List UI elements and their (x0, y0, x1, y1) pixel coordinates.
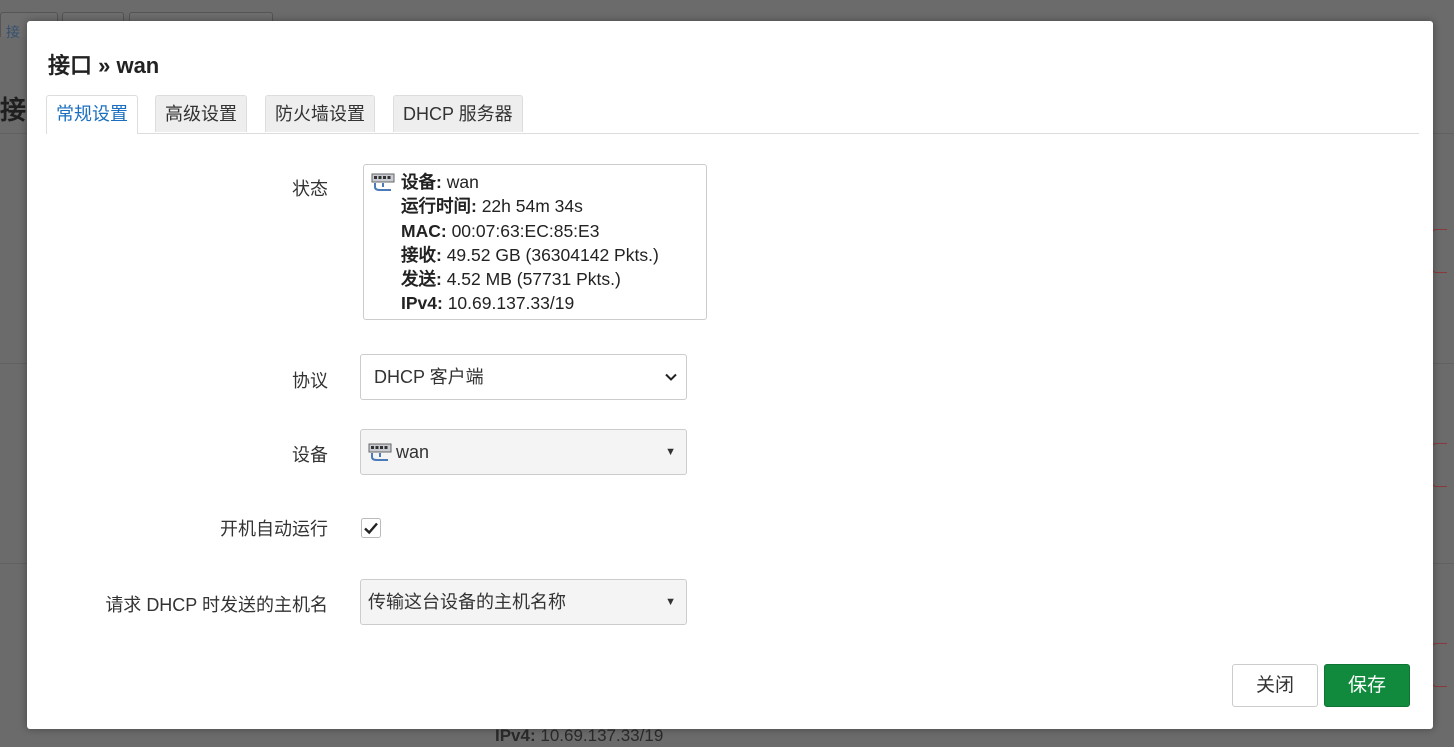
status-line-rx: 接收: 49.52 GB (36304142 Pkts.) (401, 244, 659, 265)
dhcp-hostname-value: 传输这台设备的主机名称 (368, 592, 566, 612)
bg-ipv4: IPv4: 10.69.137.33/19 (495, 726, 664, 745)
device-value: wan (396, 442, 430, 462)
tab-bar: 常规设置 高级设置 防火墙设置 DHCP 服务器 (46, 95, 1419, 134)
bg-tab-label: 接 (6, 24, 20, 40)
status-line-tx: 发送: 4.52 MB (57731 Pkts.) (401, 269, 621, 290)
dhcp-hostname-label: 请求 DHCP 时发送的主机名 (105, 595, 328, 615)
protocol-label: 协议 (292, 371, 328, 391)
status-info-box: 设备: wan 运行时间: 22h 54m 34s MAC: 00:07:63:… (363, 164, 707, 320)
status-line-uptime: 运行时间: 22h 54m 34s (401, 196, 583, 217)
tab-advanced-settings[interactable]: 高级设置 (155, 95, 247, 132)
bg-button (1432, 643, 1447, 687)
tab-firewall-settings[interactable]: 防火墙设置 (265, 95, 375, 132)
status-line-mac: MAC: 00:07:63:EC:85:E3 (401, 220, 600, 241)
protocol-select[interactable]: DHCP 客户端 (360, 354, 687, 400)
device-label: 设备 (292, 445, 328, 465)
status-label: 状态 (292, 179, 328, 199)
protocol-value: DHCP 客户端 (374, 367, 484, 387)
dhcp-hostname-select[interactable]: 传输这台设备的主机名称 ▼ (360, 579, 687, 625)
caret-down-icon: ▼ (665, 446, 676, 458)
ethernet-port-icon (368, 443, 392, 461)
tab-general-settings[interactable]: 常规设置 (46, 95, 138, 134)
device-select[interactable]: wan ▼ (360, 429, 687, 475)
tab-dhcp-server[interactable]: DHCP 服务器 (393, 95, 523, 132)
status-line-ipv4: IPv4: 10.69.137.33/19 (401, 293, 575, 314)
ethernet-port-icon (371, 173, 395, 191)
autostart-checkbox[interactable] (361, 518, 381, 538)
bg-button (1432, 443, 1447, 487)
caret-down-icon: ▼ (665, 596, 676, 608)
autostart-label: 开机自动运行 (220, 519, 328, 539)
chevron-down-icon (665, 373, 677, 381)
bg-button (1432, 229, 1447, 273)
dialog-title: 接口 » wan (48, 53, 160, 78)
interface-edit-dialog: 接口 » wan 常规设置 高级设置 防火墙设置 DHCP 服务器 状态 设备:… (27, 21, 1433, 729)
status-line-device: 设备: wan (401, 172, 479, 192)
close-button[interactable]: 关闭 (1232, 664, 1318, 707)
bg-page-title: 接 (0, 95, 27, 125)
save-button[interactable]: 保存 (1324, 664, 1410, 707)
